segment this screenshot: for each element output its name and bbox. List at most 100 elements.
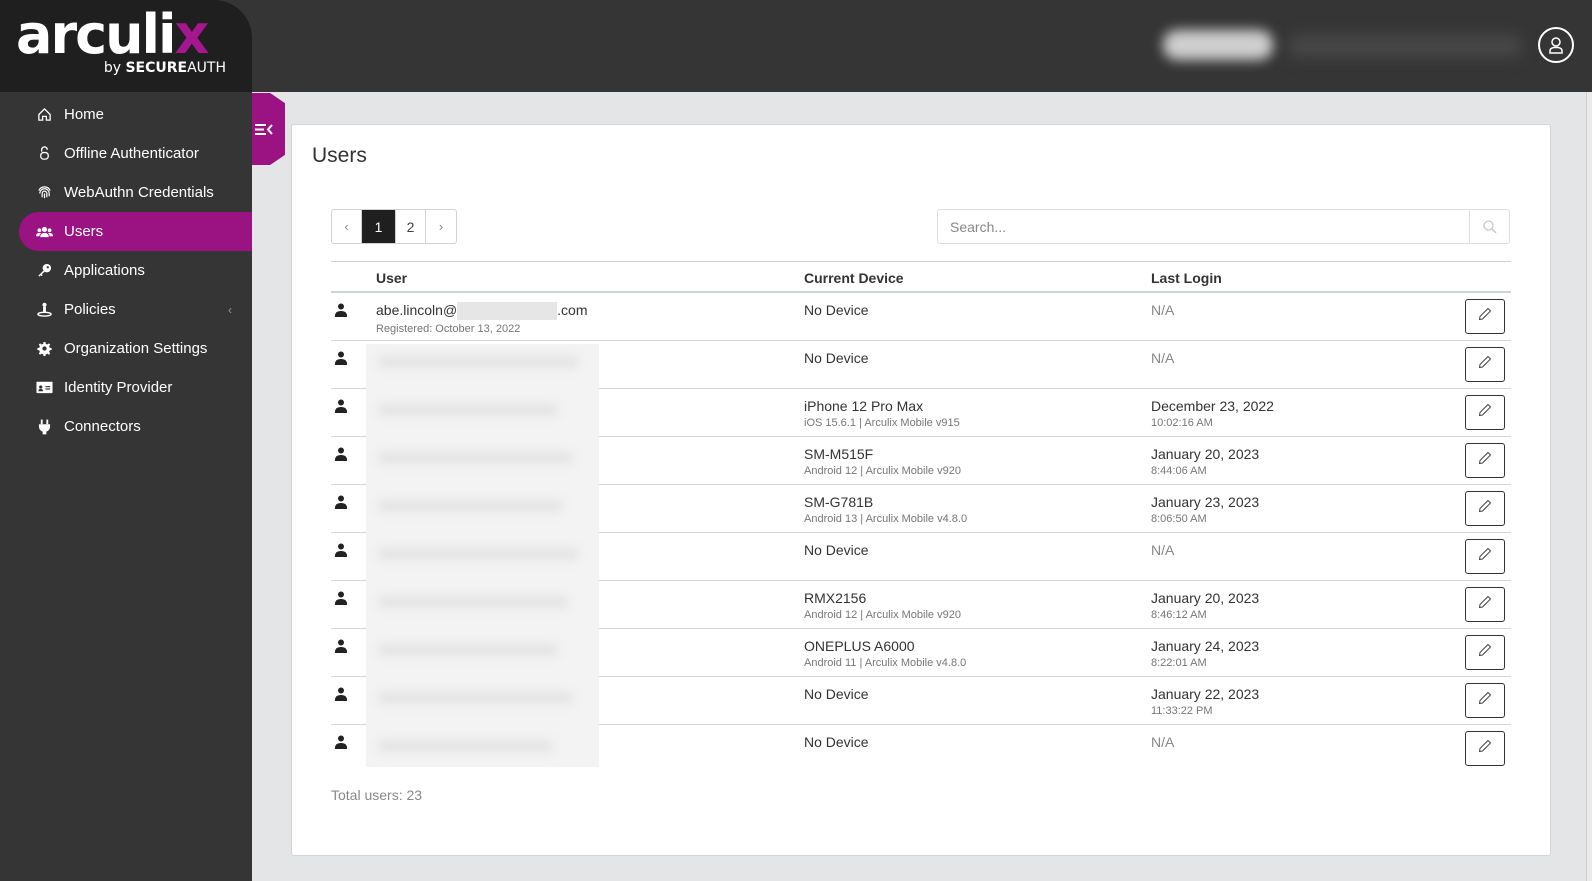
pencil-icon [1478, 739, 1492, 758]
sidebar-item-policies[interactable]: Policies ‹ [0, 290, 252, 329]
pencil-icon [1478, 307, 1492, 326]
sidebar-item-label: Users [64, 223, 104, 240]
users-card: Users ‹ 1 2 › User Current Device Last L… [291, 124, 1551, 856]
sidebar-item-label: Organization Settings [64, 340, 208, 357]
sidebar-item-home[interactable]: Home [0, 95, 252, 134]
sidebar-item-label: Connectors [64, 418, 141, 435]
device-name: No Device [804, 542, 869, 558]
device-cell: No Device [804, 350, 869, 366]
search-icon [1482, 219, 1497, 234]
last-login-date: January 23, 2023 [1151, 494, 1260, 510]
page-title: Users [312, 144, 367, 167]
device-detail: iOS 15.6.1 | Arculix Mobile v915 [804, 417, 960, 429]
redacted-domain [457, 302, 558, 321]
last-login-cell: December 23, 2022 10:02:16 AM [1151, 398, 1274, 429]
last-login-cell: N/A [1151, 542, 1174, 558]
pencil-icon [1478, 547, 1492, 566]
column-header-last-login[interactable]: Last Login [1151, 270, 1222, 286]
edit-user-button[interactable] [1465, 443, 1505, 478]
sidebar-item-users[interactable]: Users [19, 212, 252, 251]
pagination-prev[interactable]: ‹ [332, 210, 362, 243]
sidebar-item-webauthn-credentials[interactable]: WebAuthn Credentials [0, 173, 252, 212]
logo-by: by [103, 60, 121, 76]
sidebar-item-organization-settings[interactable]: Organization Settings [0, 329, 252, 368]
column-header-user[interactable]: User [376, 270, 407, 286]
collapse-menu-icon [254, 123, 273, 135]
user-icon [335, 639, 347, 658]
edit-user-button[interactable] [1465, 635, 1505, 670]
pencil-icon [1478, 595, 1492, 614]
last-login-time: 8:44:06 AM [1151, 465, 1207, 477]
sidebar-item-label: Identity Provider [64, 379, 173, 396]
edit-user-button[interactable] [1465, 299, 1505, 334]
sidebar-item-identity-provider[interactable]: Identity Provider [0, 368, 252, 407]
user-cell: abe.lincoln@ .com Registered: October 13, … [376, 302, 588, 335]
pagination-page[interactable]: 1 [362, 210, 396, 243]
device-name: SM-G781B [804, 494, 874, 510]
edit-user-button[interactable] [1465, 347, 1505, 382]
lock-icon [36, 145, 53, 162]
registered-date: Registered: October 13, 2022 [376, 323, 521, 336]
pencil-icon [1478, 403, 1492, 422]
policy-icon [36, 301, 53, 318]
last-login-date: N/A [1151, 734, 1175, 750]
logo-secure: SECURE [125, 60, 188, 76]
device-cell: RMX2156 Android 12 | Arculix Mobile v920 [804, 590, 961, 621]
device-cell: No Device [804, 302, 869, 318]
user-email[interactable]: abe.lincoln@ [376, 302, 457, 318]
user-menu-button[interactable] [1538, 27, 1574, 63]
device-detail: Android 12 | Arculix Mobile v920 [804, 465, 961, 477]
device-cell: No Device [804, 686, 869, 702]
user-circle-icon [1549, 37, 1563, 54]
sidebar-toggle-button[interactable] [252, 93, 285, 165]
edit-user-button[interactable] [1465, 683, 1505, 718]
edit-user-button[interactable] [1465, 491, 1505, 526]
device-cell: No Device [804, 734, 869, 750]
pencil-icon [1478, 355, 1492, 374]
user-icon [335, 447, 347, 466]
last-login-cell: January 20, 2023 8:44:06 AM [1151, 446, 1259, 477]
device-detail: Android 12 | Arculix Mobile v920 [804, 609, 961, 621]
edit-user-button[interactable] [1465, 731, 1505, 766]
user-icon [335, 351, 347, 370]
user-icon [335, 591, 347, 610]
sidebar-item-connectors[interactable]: Connectors [0, 407, 252, 446]
table-row: abe.lincoln@ .com Registered: October 13, … [331, 293, 1511, 341]
user-icon [335, 735, 347, 754]
search-input[interactable] [938, 210, 1469, 243]
user-email-suffix: .com [557, 302, 588, 318]
home-icon [36, 106, 53, 123]
last-login-date: N/A [1151, 302, 1175, 318]
pencil-icon [1478, 643, 1492, 662]
page-scrollbar[interactable] [1586, 92, 1592, 881]
sidebar: arculix by SECUREAUTH Home Offline Authe… [0, 0, 252, 881]
device-name: SM-M515F [804, 446, 874, 462]
sidebar-item-offline-authenticator[interactable]: Offline Authenticator [0, 134, 252, 173]
device-detail: Android 13 | Arculix Mobile v4.8.0 [804, 513, 968, 525]
pencil-icon [1478, 451, 1492, 470]
logo-wordmark: arculi [16, 3, 177, 66]
chevron-left-icon[interactable]: ‹ [228, 303, 232, 317]
column-header-current-device[interactable]: Current Device [804, 270, 904, 286]
device-cell: iPhone 12 Pro Max iOS 15.6.1 | Arculix Mo… [804, 398, 960, 429]
device-name: No Device [804, 302, 869, 318]
pencil-icon [1478, 499, 1492, 518]
search-button[interactable] [1469, 210, 1509, 243]
last-login-time: 10:02:16 AM [1151, 417, 1213, 429]
sidebar-item-label: Home [64, 106, 105, 123]
user-icon [335, 303, 347, 322]
device-name: No Device [804, 350, 869, 366]
edit-user-button[interactable] [1465, 539, 1505, 574]
device-detail: Android 11 | Arculix Mobile v4.8.0 [804, 657, 967, 669]
edit-user-button[interactable] [1465, 395, 1505, 430]
pagination-next[interactable]: › [426, 210, 456, 243]
fingerprint-icon [36, 184, 53, 201]
user-icon [335, 399, 347, 418]
last-login-cell: N/A [1151, 734, 1174, 750]
logo[interactable]: arculix by SECUREAUTH [0, 0, 252, 92]
edit-user-button[interactable] [1465, 587, 1505, 622]
device-name: iPhone 12 Pro Max [804, 398, 924, 414]
pagination-page[interactable]: 2 [396, 210, 426, 243]
sidebar-item-applications[interactable]: Applications [0, 251, 252, 290]
device-name: No Device [804, 686, 869, 702]
